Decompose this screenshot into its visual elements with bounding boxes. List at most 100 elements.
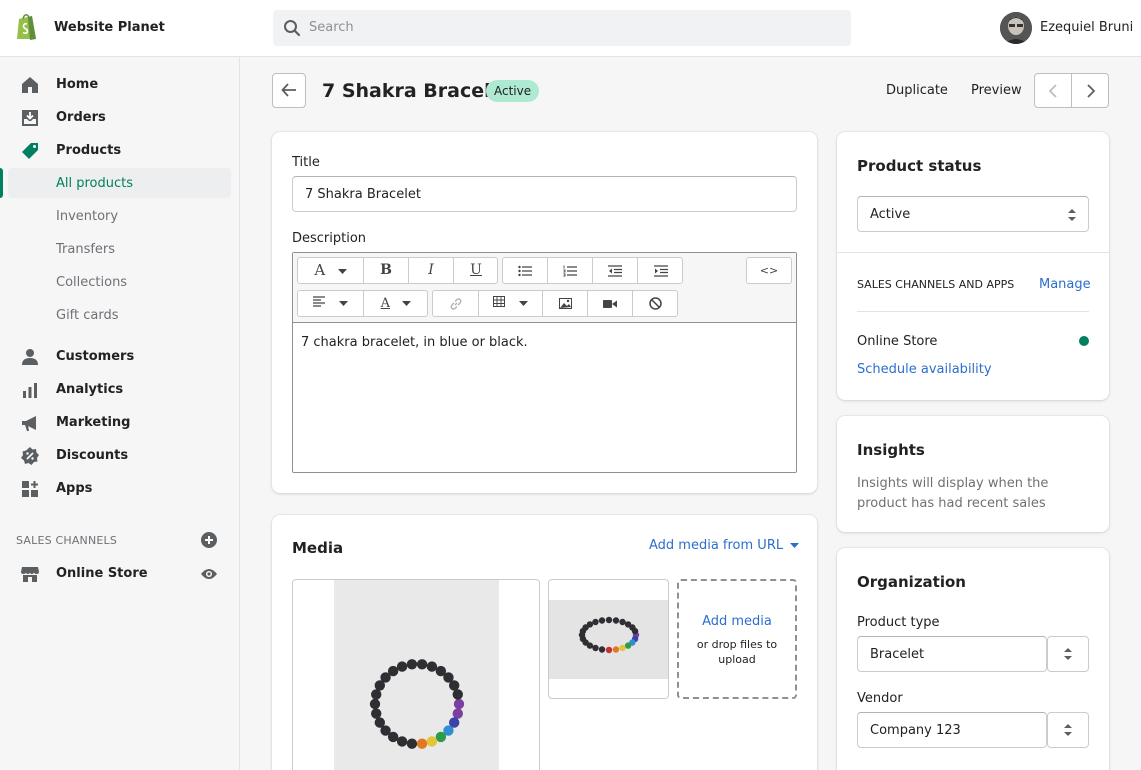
sidebar-item-label: Apps <box>56 481 93 496</box>
indent-button[interactable] <box>638 258 683 283</box>
media-image-thumbnail[interactable] <box>548 579 669 699</box>
status-select[interactable]: Active <box>857 196 1089 232</box>
product-status-title: Product status <box>857 157 982 175</box>
product-type-input[interactable]: Bracelet <box>857 636 1047 672</box>
sidebar-item-orders[interactable]: Orders <box>0 103 240 133</box>
underline-button[interactable]: U <box>454 258 498 283</box>
vendor-label: Vendor <box>857 691 903 706</box>
divider <box>837 252 1109 253</box>
sidebar-item-analytics[interactable]: Analytics <box>0 375 240 405</box>
clear-formatting-icon <box>648 297 662 310</box>
show-html-button[interactable]: <> <box>747 258 791 283</box>
clear-formatting-button[interactable] <box>633 291 677 316</box>
channel-active-dot <box>1079 336 1089 346</box>
top-bar: Website Planet Search Ezequiel Bruni <box>0 0 1141 57</box>
search-input[interactable]: Search <box>309 20 354 35</box>
sidebar-item-online-store[interactable]: Online Store <box>0 559 240 589</box>
previous-product-button[interactable] <box>1035 74 1072 107</box>
select-chevrons-icon <box>1064 648 1072 660</box>
font-style-button[interactable]: A <box>298 258 364 283</box>
caret-down-icon <box>339 301 349 306</box>
outdent-icon <box>608 265 622 277</box>
sidebar-subitem-label: Gift cards <box>56 308 119 323</box>
sidebar-item-label: Products <box>56 143 122 158</box>
insights-title: Insights <box>857 441 925 459</box>
sidebar-subitem-inventory[interactable]: Inventory <box>8 201 231 231</box>
sidebar-subitem-all-products[interactable]: All products <box>0 168 231 198</box>
add-media-from-url-button[interactable]: Add media from URL <box>649 538 800 553</box>
sidebar-item-label: Online Store <box>56 566 148 581</box>
sidebar-subitem-transfers[interactable]: Transfers <box>8 234 231 264</box>
sidebar-subitem-gift-cards[interactable]: Gift cards <box>8 300 231 330</box>
product-type-dropdown-button[interactable] <box>1047 636 1089 672</box>
product-type-value: Bracelet <box>870 647 925 662</box>
caret-down-icon <box>402 301 412 306</box>
indent-icon <box>653 265 668 277</box>
schedule-availability-button[interactable]: Schedule availability <box>857 362 992 377</box>
text-align-button[interactable] <box>298 291 364 316</box>
megaphone-icon <box>22 416 36 431</box>
sidebar-item-products[interactable]: Products <box>0 136 240 166</box>
avatar[interactable] <box>1000 12 1032 44</box>
eye-icon[interactable] <box>200 567 218 581</box>
description-text[interactable]: 7 chakra bracelet, in blue or black. <box>301 335 528 350</box>
sidebar-item-marketing[interactable]: Marketing <box>0 408 240 438</box>
outdent-button[interactable] <box>593 258 638 283</box>
sales-channels-apps-heading: SALES CHANNELS AND APPS <box>857 278 1015 291</box>
duplicate-button[interactable]: Duplicate <box>886 83 948 98</box>
sidebar-item-customers[interactable]: Customers <box>0 342 240 372</box>
sidebar-item-home[interactable]: Home <box>0 70 240 100</box>
vendor-input[interactable]: Company 123 <box>857 712 1047 748</box>
insert-video-button[interactable] <box>588 291 633 316</box>
vendor-dropdown-button[interactable] <box>1047 712 1089 748</box>
store-name[interactable]: Website Planet <box>54 20 165 35</box>
sidebar-item-label: Home <box>56 77 99 92</box>
bullet-list-button[interactable] <box>503 258 548 283</box>
title-input[interactable]: 7 Shakra Bracelet <box>292 176 797 212</box>
manage-channels-button[interactable]: Manage <box>1039 277 1091 292</box>
media-card: Media Add media from URL Add media or dr… <box>272 515 817 770</box>
sidebar-item-apps[interactable]: Apps <box>0 474 240 504</box>
shopify-logo-icon[interactable] <box>15 13 39 41</box>
vendor-value: Company 123 <box>870 723 961 738</box>
add-media-button[interactable]: Add media <box>679 614 795 629</box>
insights-card: Insights Insights will display when the … <box>837 416 1109 532</box>
add-sales-channel-icon[interactable] <box>200 531 218 549</box>
discount-icon <box>21 447 39 465</box>
apps-icon <box>22 481 38 497</box>
search-bar[interactable]: Search <box>273 10 851 46</box>
add-media-from-url-label: Add media from URL <box>649 538 784 553</box>
selected-indicator <box>0 168 3 198</box>
numbered-list-icon <box>563 265 577 277</box>
sidebar-item-label: Analytics <box>56 382 124 397</box>
select-chevrons-icon <box>1064 724 1072 736</box>
next-product-button[interactable] <box>1072 74 1109 107</box>
numbered-list-button[interactable] <box>548 258 593 283</box>
text-color-button[interactable]: A <box>364 291 428 316</box>
insert-image-button[interactable] <box>543 291 588 316</box>
insights-body: Insights will display when the product h… <box>857 476 1049 511</box>
preview-button[interactable]: Preview <box>971 83 1022 98</box>
image-icon <box>558 298 572 309</box>
bold-button[interactable]: B <box>364 258 409 283</box>
insert-table-button[interactable] <box>479 291 543 316</box>
chevron-right-icon <box>1087 84 1096 98</box>
sidebar-subitem-collections[interactable]: Collections <box>8 267 231 297</box>
italic-button[interactable]: I <box>409 258 454 283</box>
list-group <box>502 257 683 284</box>
back-button[interactable] <box>272 73 306 108</box>
formatting-group: A B I U <box>297 257 498 284</box>
product-status-card: Product status Active SALES CHANNELS AND… <box>837 132 1109 400</box>
alignment-color-group: A <box>297 290 428 317</box>
store-icon <box>21 567 39 582</box>
sidebar-item-discounts[interactable]: Discounts <box>0 441 240 471</box>
user-name[interactable]: Ezequiel Bruni <box>1040 20 1133 35</box>
page-title: 7 Shakra Bracelet <box>322 80 513 102</box>
home-icon <box>22 77 38 93</box>
media-image-main[interactable] <box>292 579 540 770</box>
arrow-left-icon <box>281 83 296 97</box>
bracelet-image-icon <box>334 580 499 770</box>
organization-title: Organization <box>857 573 966 591</box>
insert-link-button[interactable] <box>433 291 479 316</box>
media-dropzone[interactable]: Add media or drop files to upload <box>677 579 797 699</box>
